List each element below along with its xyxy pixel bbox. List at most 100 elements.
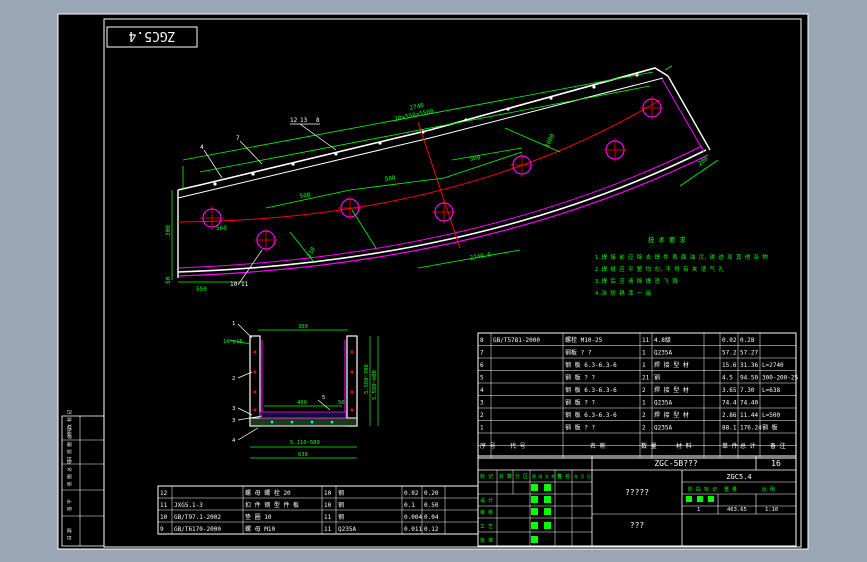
section-callout-3a: 3 [232, 406, 235, 412]
bom-right-cell: 6 [480, 362, 484, 369]
section-dim-638: 638 [298, 452, 308, 458]
callout-7: 7 [236, 135, 240, 142]
section-dim-5580: 5.580~700 [364, 364, 370, 394]
tb-role-approve: 批 准 [480, 537, 493, 544]
section-liner-plate [259, 411, 347, 419]
bom-right-cell: 88.1 [722, 425, 737, 432]
bom-left-cell: GB/T97.1-2002 [174, 514, 221, 521]
bom-right-cell: 94.50 [740, 375, 758, 382]
bom-right-cell: 1 [642, 350, 646, 357]
tb-stage-cells [686, 496, 714, 502]
callout-12: 12 [290, 117, 298, 124]
bom-right-header: 单 件 [722, 442, 738, 450]
bom-left-cell: 垫 圈 10 [245, 513, 272, 521]
tb-scale: 1:10 [765, 507, 778, 513]
rev-label-date: 日 期 [67, 528, 73, 540]
dim-left-50: 50 [165, 276, 172, 284]
tech-note-3: 3.焊 后 应 清 除 焊 渣 飞 溅 [595, 277, 678, 285]
bom-right-header: 材 料 [676, 442, 692, 450]
bom-right-cell: 74.4 [722, 400, 737, 407]
section-callout-2: 2 [232, 376, 235, 382]
stamp-text: ZGC5.4 [128, 28, 175, 43]
bom-right-cell: 57.27 [740, 350, 758, 357]
tb-label-mark: 标 记 [480, 473, 493, 480]
cad-drawing-canvas: ZGC5.4 2740 10×550=5500 500 500 500 1000… [57, 13, 809, 550]
tb-label-zone: 分 区 [515, 473, 528, 480]
bom-left-cell: 10 [160, 514, 168, 521]
bom-left-cell: 0.50 [424, 502, 439, 509]
bom-left-cell: 11 [324, 514, 332, 521]
callout-13: 13 [300, 117, 308, 124]
section-dim-5116: 5.116~580 [290, 440, 320, 446]
tech-notes-title: 技 术 要 求 [648, 235, 686, 244]
bom-right-cell: Q235A [654, 425, 672, 432]
bom-right-cell: GB/T5781-2000 [493, 337, 540, 344]
bom-left-cell: 螺 母 M10 [245, 525, 275, 533]
bom-left-cell: 10 [324, 490, 332, 497]
bom-right-cell: L=500 [762, 412, 780, 419]
bom-right-cell: 钢 [654, 374, 660, 382]
tb-name: ????? [625, 488, 649, 497]
bom-right-cell: 1 [480, 425, 484, 432]
tb-role-review: 审 核 [480, 509, 493, 516]
bom-left-cell: 11 [160, 502, 168, 509]
tb-stage-labels: 阶 段 标 记 重 量 比 例 [688, 486, 775, 493]
bom-right-cell: 11 [642, 337, 650, 344]
bom-left-cell: 0.02 [404, 490, 419, 497]
bom-right-cell: 焊 接 型 材 [654, 386, 689, 394]
tb-drawing-no: ZGC-5B??? [654, 459, 698, 468]
section-bottom-plate [249, 417, 358, 427]
tech-note-2: 2.焊 缝 应 平 整 均 匀，不 得 有 夹 渣 气 孔 [595, 265, 724, 273]
bom-right-cell: 钢板 ? ? [565, 349, 592, 357]
callout-8: 8 [316, 117, 320, 124]
tb-label-sign: 签 名 [557, 473, 570, 480]
rev-label-sign: 签 字 [66, 499, 73, 511]
bom-right-cell: 2.86 [722, 412, 737, 419]
bom-right-cell: 176.24 [740, 425, 762, 432]
tb-sheet: 16 [771, 459, 781, 468]
tech-note-1: 1.焊 接 前 应 除 去 焊 件 表 面 油 污、锈 迹 及 其 他 杂 物 [595, 253, 768, 261]
bom-left-cell: 0.04 [424, 514, 439, 521]
rev-label-old: 旧 底 图 总 号 [66, 427, 73, 461]
tb-part-code: ZGC5.4 [726, 473, 751, 481]
section-callout-5: 5 [322, 395, 325, 401]
bom-left-cell: 扣 件 钢 型 件 板 [245, 501, 299, 509]
bom-right-cell: 4.8级 [654, 336, 671, 344]
bom-right-cell: 300-200-25 [762, 375, 799, 382]
rev-label-base: 底 图 总 号 [66, 459, 73, 486]
callout-11: 11 [241, 281, 249, 288]
tb-qty: 1 [697, 507, 700, 513]
bom-left-cell: 0.20 [424, 490, 439, 497]
bom-left-cell: 螺 母 螺 栓 20 [245, 489, 291, 497]
bom-right-cell: 钢 板 6.3-6.3-6 [565, 361, 617, 369]
bom-right-cell: 3 [480, 400, 484, 407]
bom-right-cell: 5 [480, 375, 484, 382]
bom-left-cell: 钢 [338, 501, 344, 509]
section-dim-50: 50 [338, 400, 345, 406]
bom-right-cell: Q235A [654, 350, 672, 357]
callout-4: 4 [200, 144, 204, 151]
bom-right-cell: 2 [480, 412, 484, 419]
bom-right-cell: 4.5 [722, 375, 733, 382]
section-dim-5580b: 5.580~600 [372, 370, 378, 400]
bom-right-cell: 钢 板 ? ? [565, 374, 595, 382]
bom-right-header: 备 注 [770, 442, 786, 450]
tb-label-count: 处 数 [499, 473, 512, 480]
bom-left-cell: 0.004 [404, 514, 422, 521]
bom-right-header: 序 号 [480, 442, 496, 450]
bom-left-cell: 12 [160, 490, 168, 497]
callout-10: 10 [230, 281, 238, 288]
bom-right-cell: 0.28 [740, 337, 755, 344]
bom-left-cell: 11 [324, 526, 332, 533]
bom-left-cell: 0.1 [404, 502, 415, 509]
bom-right-cell: 2 [642, 425, 646, 432]
bom-right-cell: 2 [642, 412, 646, 419]
bom-right-cell: Q235A [654, 400, 672, 407]
tb-weight: 463.65 [727, 507, 747, 513]
bom-right-header: 代 号 [510, 442, 526, 450]
bom-left-cell: JXG5.1-3 [174, 502, 203, 509]
dim-560: 560 [216, 225, 227, 232]
bom-right-cell: 钢 板 6.3-6.3-6 [565, 386, 617, 394]
bom-right-cell: 7 [480, 350, 484, 357]
bom-right-cell: 钢 板 ? ? [565, 399, 595, 407]
